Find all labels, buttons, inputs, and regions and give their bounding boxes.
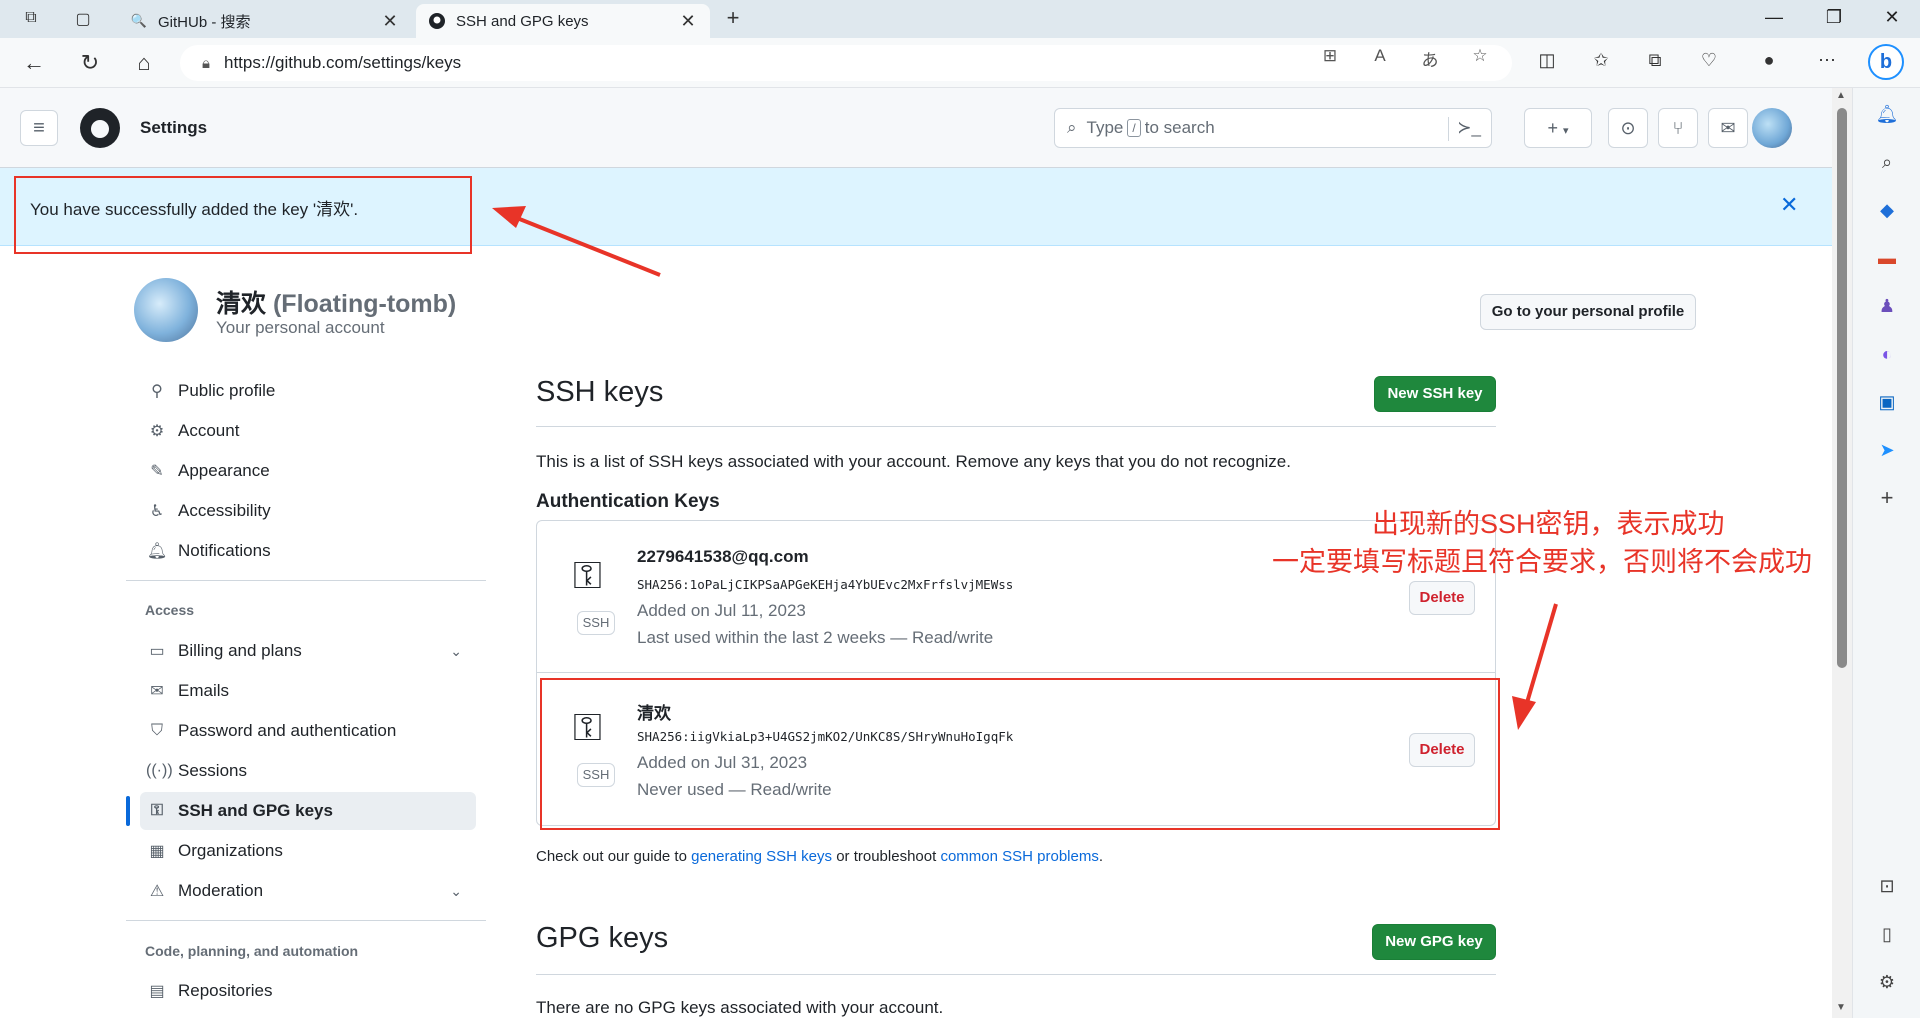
profile-login: (Floating-tomb)	[272, 290, 457, 318]
organization-icon: ▦	[149, 843, 165, 860]
sidebar-item-label: Public profile	[178, 381, 276, 400]
ssh-keys-heading: SSH keys	[536, 376, 664, 408]
key-icon: ⚿	[150, 802, 164, 819]
common-ssh-problems-link[interactable]: common SSH problems	[940, 848, 1098, 865]
profile-avatar	[134, 278, 198, 342]
mail-icon: ✉	[150, 683, 164, 700]
profile-subtitle: Your personal account	[216, 318, 385, 337]
authentication-keys-heading: Authentication Keys	[536, 491, 720, 512]
sidebar-item-label: Emails	[178, 681, 230, 700]
sidebar-item-billing[interactable]: ▭ Billing and plans ⌄	[140, 632, 476, 670]
sidebar-item-label: SSH and GPG keys	[178, 801, 333, 820]
chevron-down-icon[interactable]: ⌄	[450, 883, 462, 900]
chevron-down-icon[interactable]: ⌄	[450, 643, 462, 660]
ssh-badge: SSH	[577, 611, 615, 635]
new-gpg-key-button[interactable]: New GPG key	[1372, 924, 1496, 960]
gpg-description: There are no GPG keys associated with yo…	[536, 998, 944, 1017]
sidebar-divider	[126, 580, 486, 581]
broadcast-icon: ((·))	[146, 762, 173, 779]
sidebar-item-label: Notifications	[178, 541, 271, 560]
report-icon: ⚠︎	[149, 883, 165, 900]
delete-key-button[interactable]: Delete	[1409, 581, 1475, 615]
guide-middle: or troubleshoot	[836, 848, 937, 865]
new-ssh-key-button[interactable]: New SSH key	[1374, 376, 1496, 412]
profile-name: 清欢	[216, 290, 267, 318]
selected-indicator	[126, 796, 130, 826]
sidebar-heading-access: Access	[145, 602, 195, 618]
sidebar-item-label: Appearance	[178, 461, 270, 480]
sidebar-divider	[126, 920, 486, 921]
sidebar-item-accessibility[interactable]: ♿︎ Accessibility	[140, 492, 476, 530]
sidebar-item-public-profile[interactable]: ⚲ Public profile	[140, 372, 476, 410]
sidebar-item-label: Account	[178, 421, 240, 440]
sidebar-item-appearance[interactable]: ✎ Appearance	[140, 452, 476, 490]
sidebar-item-ssh-gpg-keys[interactable]: ⚿ SSH and GPG keys	[140, 792, 476, 830]
sidebar-item-label: Password and authentication	[178, 721, 397, 740]
repo-icon: ▤	[149, 983, 165, 1000]
key-icon: ⚿	[573, 555, 602, 597]
sidebar-item-label: Billing and plans	[178, 641, 302, 660]
sidebar-item-repositories[interactable]: ▤ Repositories	[140, 972, 476, 1010]
generating-ssh-keys-link[interactable]: generating SSH keys	[691, 848, 832, 865]
sidebar-item-emails[interactable]: ✉ Emails	[140, 672, 476, 710]
annotation-text-line2: 一定要填写标题且符合要求，否则将不会成功	[1272, 547, 1812, 577]
annotation-text-line1: 出现新的SSH密钥，表示成功	[1372, 509, 1725, 539]
gear-icon: ⚙	[149, 423, 165, 440]
section-divider	[536, 974, 1496, 975]
sidebar-item-sessions[interactable]: ((·)) Sessions	[140, 752, 476, 790]
sidebar-heading-code: Code, planning, and automation	[145, 943, 359, 959]
accessibility-icon: ♿︎	[149, 503, 165, 520]
key-added-date: Added on Jul 11, 2023	[637, 601, 806, 620]
sidebar-item-account[interactable]: ⚙ Account	[140, 412, 476, 450]
shield-icon: ⛉	[150, 722, 163, 739]
key-title: 2279641538@qq.com	[637, 547, 809, 566]
sidebar-item-label: Moderation	[178, 881, 264, 900]
sidebar-item-label: Repositories	[178, 981, 273, 1000]
sidebar-item-label: Accessibility	[178, 501, 271, 520]
sidebar-item-notifications[interactable]: 🔔︎ Notifications	[140, 532, 476, 570]
credit-card-icon: ▭	[149, 643, 165, 660]
profile-name-line: 清欢 (Floating-tomb)	[216, 284, 456, 320]
go-to-profile-button[interactable]: Go to your personal profile	[1480, 294, 1696, 330]
person-icon: ⚲	[151, 383, 163, 400]
ssh-description: This is a list of SSH keys associated wi…	[536, 452, 1291, 471]
sidebar-item-password-auth[interactable]: ⛉ Password and authentication	[140, 712, 476, 750]
gpg-keys-heading: GPG keys	[536, 922, 669, 954]
sidebar-item-label: Sessions	[178, 761, 247, 780]
sidebar-item-organizations[interactable]: ▦ Organizations	[140, 832, 476, 870]
guide-prefix: Check out our guide to	[536, 848, 687, 865]
sidebar-item-moderation[interactable]: ⚠︎ Moderation ⌄	[140, 872, 476, 910]
ssh-guide-text: Check out our guide to generating SSH ke…	[536, 848, 1103, 865]
key-usage: Last used within the last 2 weeks — Read…	[637, 628, 994, 647]
annotation-box-new-key	[540, 678, 1500, 830]
sidebar-item-label: Organizations	[178, 841, 283, 860]
bell-icon: 🔔︎	[146, 543, 168, 560]
key-fingerprint: SHA256:1oPaLjCIKPSaAPGeKEHja4YbUEvc2MxFr…	[637, 577, 1014, 592]
paintbrush-icon: ✎	[150, 463, 164, 480]
guide-suffix: .	[1098, 848, 1104, 865]
section-divider	[536, 426, 1496, 427]
